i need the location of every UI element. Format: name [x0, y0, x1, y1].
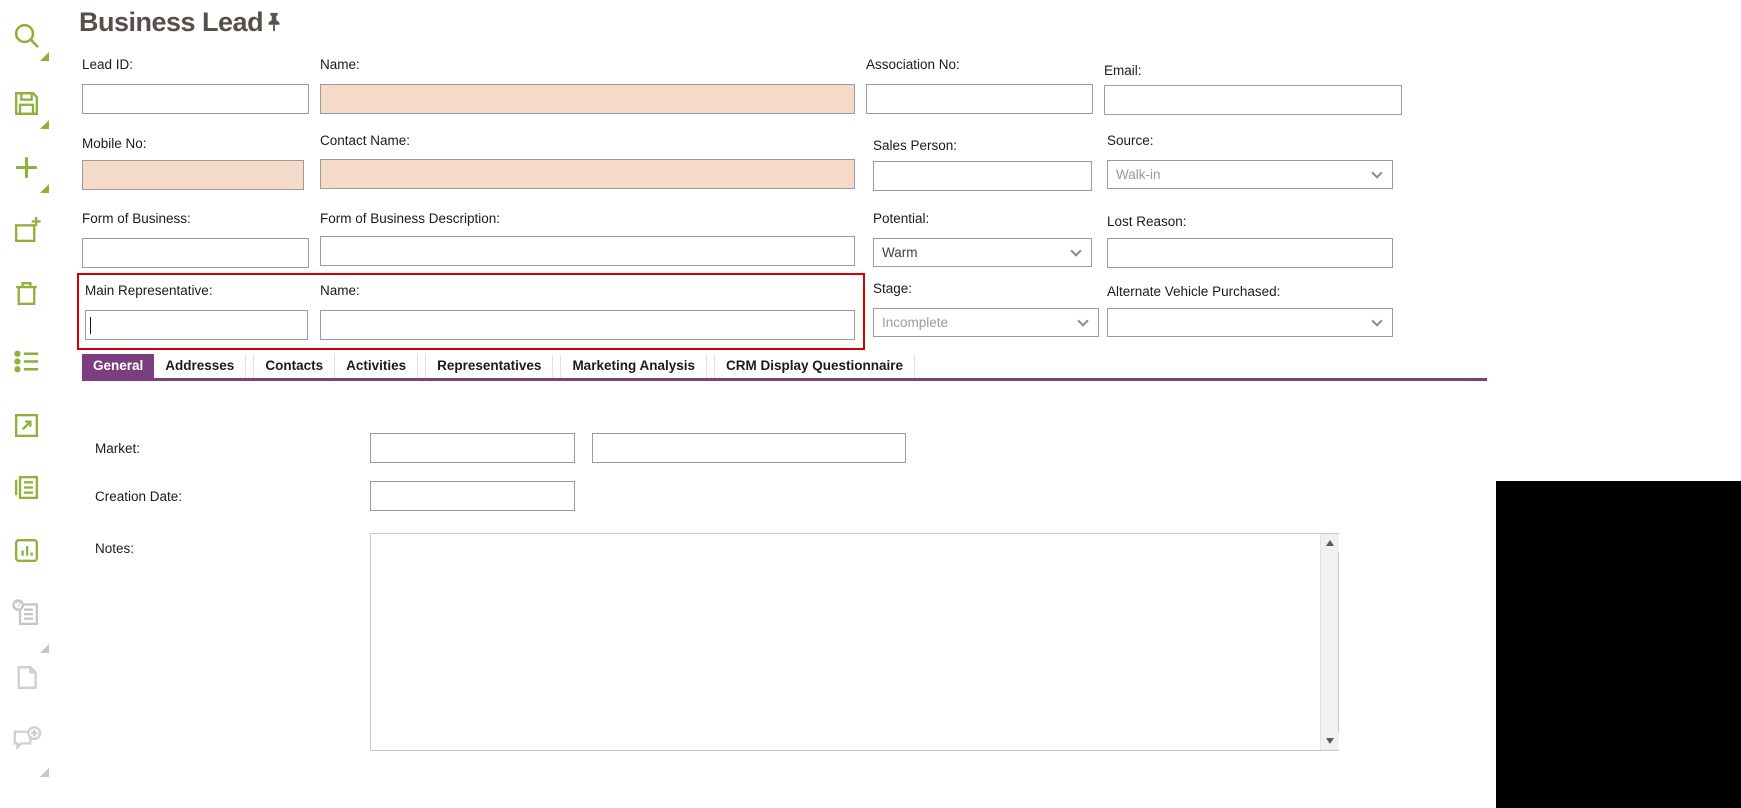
main-representative-input[interactable] [85, 310, 308, 340]
form-of-business-description-label: Form of Business Description: [320, 211, 501, 226]
mobile-no-label: Mobile No: [82, 136, 147, 151]
main-representative-label: Main Representative: [85, 283, 213, 298]
potential-value: Warm [882, 245, 918, 260]
market-code-input[interactable] [370, 433, 575, 463]
form-of-business-description-input[interactable] [320, 236, 855, 266]
email-input[interactable] [1104, 85, 1402, 115]
notes-textarea[interactable] [370, 533, 1339, 751]
chevron-down-icon [1371, 167, 1383, 179]
tabstrip-underline [82, 378, 1487, 381]
alternate-vehicle-purchased-select[interactable] [1107, 308, 1393, 337]
main-representative-name-label: Name: [320, 283, 360, 298]
notes-scrollbar[interactable] [1320, 534, 1339, 750]
tab-bar: General Addresses Contacts Activities Re… [82, 354, 916, 378]
name-input[interactable] [320, 84, 855, 114]
page-title: Business Lead [79, 7, 264, 37]
contact-name-label: Contact Name: [320, 133, 411, 148]
alternate-vehicle-purchased-label: Alternate Vehicle Purchased: [1107, 284, 1281, 299]
lead-id-input[interactable] [82, 84, 309, 114]
business-lead-window: ? Business Lead Lead ID: Name: Associati… [0, 0, 1741, 808]
chart-icon[interactable] [11, 535, 42, 566]
search-options-triangle[interactable] [40, 52, 49, 61]
stage-label: Stage: [873, 281, 913, 296]
potential-label: Potential: [873, 211, 930, 226]
add-comment-icon [11, 724, 42, 755]
association-no-input[interactable] [866, 84, 1093, 114]
add-record-icon[interactable] [11, 215, 42, 246]
list-icon[interactable] [11, 346, 42, 377]
main-representative-name-input[interactable] [320, 310, 855, 340]
toolbar-sidebar: ? [0, 0, 58, 808]
source-select[interactable]: Walk-in [1107, 160, 1393, 189]
lead-id-label: Lead ID: [82, 57, 134, 72]
potential-select[interactable]: Warm [873, 238, 1092, 267]
add-comment-options-triangle [40, 768, 49, 777]
stage-select[interactable]: Incomplete [873, 308, 1099, 337]
save-icon[interactable] [11, 88, 42, 119]
association-no-label: Association No: [866, 57, 960, 72]
creation-date-input[interactable] [370, 481, 575, 511]
sales-person-label: Sales Person: [873, 138, 958, 153]
mobile-no-input[interactable] [82, 160, 304, 190]
tab-general[interactable]: General [82, 354, 155, 378]
tab-contacts[interactable]: Contacts [253, 354, 336, 378]
name-label: Name: [320, 57, 360, 72]
sales-person-input[interactable] [873, 161, 1092, 191]
chevron-down-icon [1077, 315, 1089, 327]
text-caret [90, 317, 91, 334]
note-icon [11, 662, 42, 693]
form-of-business-input[interactable] [82, 238, 309, 268]
details-list-icon[interactable] [11, 472, 42, 503]
delete-icon[interactable] [11, 278, 42, 309]
add-icon[interactable] [11, 152, 42, 183]
lost-reason-input[interactable] [1107, 238, 1393, 268]
email-label: Email: [1104, 63, 1142, 78]
black-overlay [1496, 481, 1741, 808]
source-label: Source: [1107, 133, 1154, 148]
stage-value: Incomplete [882, 315, 949, 330]
svg-text:?: ? [16, 601, 22, 612]
scroll-down-icon[interactable] [1321, 732, 1339, 750]
market-label: Market: [95, 441, 141, 456]
chevron-down-icon [1070, 245, 1082, 257]
scroll-up-icon[interactable] [1321, 534, 1339, 552]
form-of-business-label: Form of Business: [82, 211, 191, 226]
search-icon[interactable] [11, 20, 42, 51]
add-options-triangle[interactable] [40, 184, 49, 193]
tab-addresses[interactable]: Addresses [154, 354, 247, 378]
chevron-down-icon [1371, 315, 1383, 327]
tab-marketing-analysis[interactable]: Marketing Analysis [560, 354, 707, 378]
pin-icon[interactable] [263, 11, 285, 35]
tab-activities[interactable]: Activities [335, 354, 419, 378]
lost-reason-label: Lost Reason: [1107, 214, 1187, 229]
save-options-triangle[interactable] [40, 120, 49, 129]
export-icon[interactable] [11, 410, 42, 441]
questionnaire-icon: ? [11, 598, 42, 629]
questionnaire-options-triangle [40, 644, 49, 653]
tab-crm-display-questionnaire[interactable]: CRM Display Questionnaire [713, 354, 916, 378]
tab-representatives[interactable]: Representatives [425, 354, 554, 378]
source-value: Walk-in [1116, 167, 1161, 182]
market-description-input[interactable] [592, 433, 906, 463]
contact-name-input[interactable] [320, 159, 855, 189]
creation-date-label: Creation Date: [95, 489, 183, 504]
notes-label: Notes: [95, 541, 135, 556]
